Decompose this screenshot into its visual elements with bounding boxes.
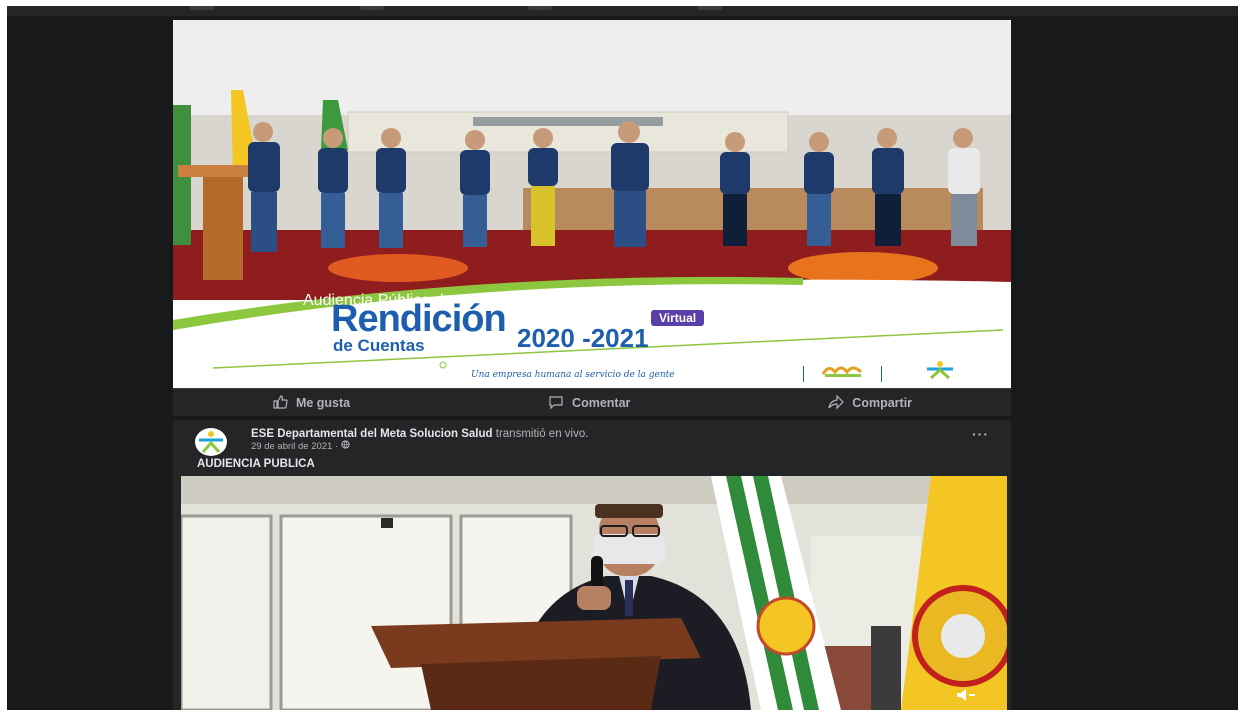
post-date[interactable]: 29 de abril de 2021 · bbox=[251, 441, 338, 453]
strip-bump bbox=[697, 6, 723, 10]
post-action-text: transmitió en vivo. bbox=[492, 428, 589, 440]
flowers-right bbox=[788, 252, 938, 284]
globe-icon bbox=[341, 440, 350, 453]
strip-bump bbox=[359, 6, 385, 10]
feed-frame: Audiencia Pública de Rendición Virtual d… bbox=[7, 6, 1238, 710]
strip-bump bbox=[527, 6, 553, 10]
dark-panel bbox=[871, 626, 901, 710]
lectern-base bbox=[421, 656, 661, 710]
logo-divider bbox=[881, 366, 882, 382]
podium bbox=[203, 170, 243, 280]
post-meta: ESE Departamental del Meta Solucion Salu… bbox=[251, 428, 588, 453]
like-button[interactable]: Me gusta bbox=[272, 394, 350, 413]
meta-logo bbox=[821, 364, 865, 378]
post-text: AUDIENCIA PUBLICA bbox=[197, 458, 315, 470]
top-strip bbox=[7, 6, 1238, 16]
banner-slogan: Una empresa humana al servicio de la gen… bbox=[471, 370, 675, 380]
banner-years: 2020 -2021 bbox=[517, 323, 649, 353]
avatar[interactable] bbox=[195, 428, 227, 456]
strip-bump bbox=[189, 6, 215, 10]
wall-sign bbox=[381, 518, 393, 528]
flowers-left bbox=[328, 254, 468, 282]
like-label: Me gusta bbox=[295, 396, 351, 410]
comment-label: Comentar bbox=[572, 396, 631, 410]
live-post: ESE Departamental del Meta Solucion Salu… bbox=[173, 420, 1011, 710]
like-icon bbox=[272, 394, 288, 413]
share-label: Compartir bbox=[852, 396, 913, 410]
logo-divider bbox=[803, 366, 804, 382]
ceiling bbox=[181, 476, 1007, 504]
banner-subtitle: de Cuentas bbox=[333, 336, 425, 355]
live-video[interactable] bbox=[181, 476, 1007, 710]
share-icon bbox=[828, 394, 845, 413]
post-actions: Me gusta Comentar Compartir bbox=[173, 388, 1011, 417]
more-options-button[interactable]: ··· bbox=[972, 426, 989, 442]
author-name[interactable]: ESE Departamental del Meta Solucion Salu… bbox=[251, 428, 493, 440]
volume-icon bbox=[955, 688, 977, 702]
comment-button[interactable]: Comentar bbox=[548, 394, 630, 413]
post-image[interactable]: Audiencia Pública de Rendición Virtual d… bbox=[173, 20, 1011, 388]
banner-title: Rendición bbox=[331, 298, 507, 340]
share-button[interactable]: Compartir bbox=[828, 394, 912, 413]
banner-badge: Virtual bbox=[651, 310, 705, 326]
volume-button[interactable] bbox=[955, 688, 977, 702]
image-post: Audiencia Pública de Rendición Virtual d… bbox=[173, 20, 1011, 416]
comment-icon bbox=[548, 394, 564, 413]
salud-logo bbox=[923, 360, 957, 380]
window bbox=[181, 514, 273, 710]
